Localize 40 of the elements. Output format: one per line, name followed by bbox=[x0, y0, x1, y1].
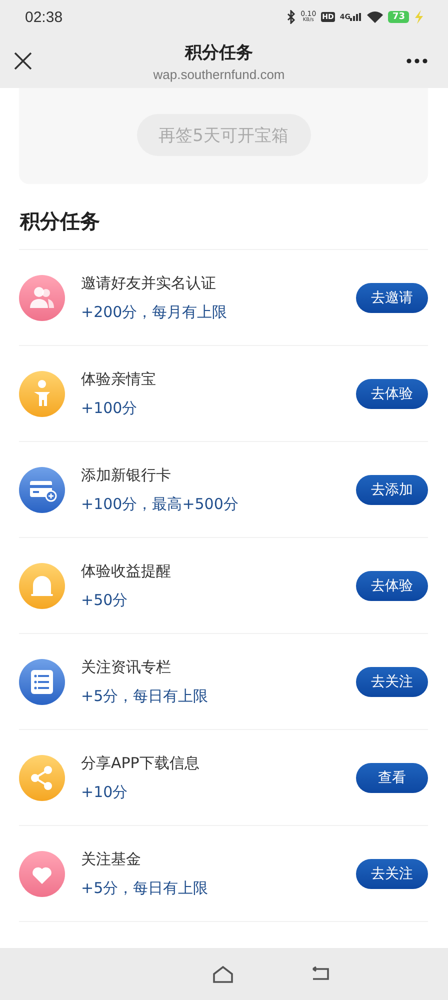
battery-level: 73 bbox=[388, 11, 409, 23]
task-button[interactable]: 查看 bbox=[356, 762, 428, 792]
home-icon bbox=[212, 965, 234, 983]
task-points: +10分 bbox=[81, 782, 129, 802]
bluetooth-icon bbox=[286, 10, 296, 24]
task-points: +100分，最高+500分 bbox=[81, 494, 240, 514]
bank-card-icon bbox=[19, 466, 65, 512]
share-icon bbox=[19, 754, 65, 800]
task-title: 体验亲情宝 bbox=[81, 370, 157, 388]
back-icon bbox=[310, 966, 330, 982]
task-button[interactable]: 去邀请 bbox=[356, 282, 428, 312]
task-points: +5分，每日有上限 bbox=[81, 878, 210, 898]
task-button[interactable]: 去体验 bbox=[356, 378, 428, 408]
page-title: 积分任务 bbox=[185, 42, 253, 64]
people-icon bbox=[19, 274, 65, 320]
task-points: +50分 bbox=[81, 590, 129, 610]
task-title: 关注基金 bbox=[81, 850, 142, 868]
clock-time: 02:38 bbox=[25, 8, 63, 26]
task-points: +200分，每月有上限 bbox=[81, 302, 228, 322]
task-button[interactable]: 去关注 bbox=[356, 666, 428, 696]
task-title: 邀请好友并实名认证 bbox=[81, 274, 217, 292]
wifi-icon bbox=[367, 11, 384, 23]
task-title: 关注资讯专栏 bbox=[81, 658, 172, 676]
signal-icon bbox=[350, 13, 362, 21]
task-points: +100分 bbox=[81, 398, 138, 418]
task-button[interactable]: 去添加 bbox=[356, 474, 428, 504]
task-title: 体验收益提醒 bbox=[81, 562, 172, 580]
charging-icon bbox=[414, 10, 424, 24]
page-url: wap.southernfund.com bbox=[153, 66, 285, 82]
child-figure-icon bbox=[19, 370, 65, 416]
task-title: 添加新银行卡 bbox=[81, 466, 172, 484]
close-icon bbox=[14, 52, 32, 70]
list-icon bbox=[19, 658, 65, 704]
task-title: 分享APP下载信息 bbox=[81, 754, 200, 772]
task-button[interactable]: 去关注 bbox=[356, 858, 428, 888]
more-icon bbox=[406, 58, 428, 64]
section-title: 积分任务 bbox=[19, 184, 428, 250]
bell-icon bbox=[19, 562, 65, 608]
task-points: +5分，每日有上限 bbox=[81, 686, 210, 706]
task-button[interactable]: 去体验 bbox=[356, 570, 428, 600]
